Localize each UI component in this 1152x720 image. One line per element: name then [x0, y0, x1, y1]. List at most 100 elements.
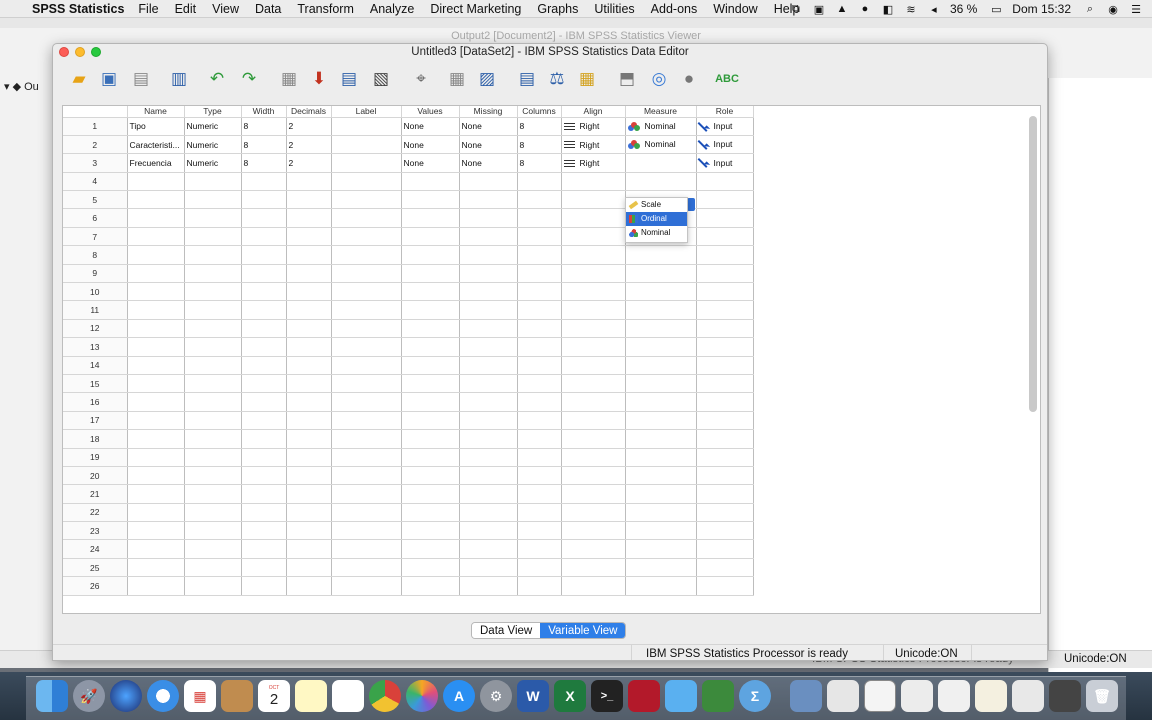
empty-cell[interactable] [241, 558, 287, 578]
empty-cell[interactable] [331, 521, 402, 541]
row-number[interactable]: 21 [63, 484, 128, 504]
empty-cell[interactable] [459, 172, 518, 192]
empty-cell[interactable] [517, 190, 562, 210]
find-icon[interactable]: ⌖ [409, 67, 433, 91]
empty-cell[interactable] [286, 264, 332, 284]
empty-cell[interactable] [561, 190, 626, 210]
tab-data-view[interactable]: Data View [472, 623, 541, 638]
empty-cell[interactable] [331, 337, 402, 357]
empty-cell[interactable] [401, 264, 460, 284]
spotlight-search-icon[interactable]: ⌕ [1083, 3, 1097, 15]
empty-cell[interactable] [286, 227, 332, 247]
empty-cell[interactable] [184, 227, 242, 247]
empty-cell[interactable] [127, 484, 185, 504]
empty-cell[interactable] [625, 374, 697, 394]
finder-icon[interactable] [36, 680, 68, 712]
empty-cell[interactable] [561, 319, 626, 339]
empty-cell[interactable] [286, 190, 332, 210]
empty-cell[interactable] [286, 539, 332, 559]
empty-cell[interactable] [459, 337, 518, 357]
empty-cell[interactable] [127, 539, 185, 559]
menu-file[interactable]: File [138, 2, 158, 16]
empty-cell[interactable] [459, 448, 518, 467]
empty-cell[interactable] [241, 576, 287, 596]
column-header-columns[interactable]: Columns [517, 106, 562, 118]
empty-cell[interactable] [241, 282, 287, 302]
finder-window-icon[interactable] [790, 680, 822, 712]
cell-columns[interactable]: 8 [517, 117, 562, 136]
empty-cell[interactable] [331, 356, 402, 375]
empty-cell[interactable] [696, 245, 754, 265]
empty-cell[interactable] [241, 227, 287, 247]
empty-cell[interactable] [127, 466, 185, 486]
empty-cell[interactable] [286, 429, 332, 449]
empty-cell[interactable] [459, 227, 518, 247]
empty-cell[interactable] [331, 558, 402, 578]
cell-name[interactable]: Tipo [127, 117, 185, 136]
run-descriptives-icon[interactable]: ▧ [369, 67, 393, 91]
calendar-status-icon[interactable]: ▣ [812, 3, 826, 16]
empty-cell[interactable] [696, 227, 754, 247]
cell-type[interactable]: Numeric [184, 117, 242, 136]
empty-cell[interactable] [625, 411, 697, 431]
empty-cell[interactable] [184, 245, 242, 265]
empty-cell[interactable] [401, 521, 460, 541]
empty-cell[interactable] [286, 374, 332, 394]
column-header-values[interactable]: Values [401, 106, 460, 118]
empty-cell[interactable] [127, 264, 185, 284]
empty-cell[interactable] [127, 429, 185, 449]
empty-cell[interactable] [625, 466, 697, 486]
calendar-icon[interactable]: OCT 2 [258, 680, 290, 712]
word-icon[interactable]: W [517, 680, 549, 712]
empty-cell[interactable] [696, 172, 754, 192]
cell-name[interactable]: Caracteristi... [127, 135, 185, 155]
empty-cell[interactable] [625, 539, 697, 559]
empty-cell[interactable] [625, 521, 697, 541]
cell-type[interactable]: Numeric [184, 135, 242, 155]
empty-cell[interactable] [286, 558, 332, 578]
cell-missing[interactable]: None [459, 153, 518, 173]
empty-cell[interactable] [517, 227, 562, 247]
empty-cell[interactable] [696, 411, 754, 431]
keynote-icon[interactable] [665, 680, 697, 712]
empty-cell[interactable] [331, 227, 402, 247]
mendeley-status-icon[interactable]: ● [858, 3, 872, 15]
empty-cell[interactable] [517, 411, 562, 431]
window-tool-icon[interactable]: ⧉ [789, 3, 803, 15]
empty-cell[interactable] [625, 429, 697, 449]
show-all-variables-icon[interactable]: ● [677, 67, 701, 91]
empty-cell[interactable] [561, 300, 626, 320]
empty-cell[interactable] [459, 245, 518, 265]
empty-cell[interactable] [331, 392, 402, 412]
empty-cell[interactable] [286, 484, 332, 504]
recall-dialog-icon[interactable]: ▥ [167, 67, 191, 91]
cell-measure-editing[interactable] [625, 153, 697, 173]
cell-role[interactable]: Input [696, 153, 754, 173]
empty-cell[interactable] [241, 503, 287, 523]
measure-dropdown-list[interactable]: Scale Ordinal Nominal [625, 197, 688, 243]
empty-cell[interactable] [401, 300, 460, 320]
empty-cell[interactable] [331, 245, 402, 265]
empty-cell[interactable] [517, 539, 562, 559]
empty-cell[interactable] [241, 448, 287, 467]
empty-cell[interactable] [127, 282, 185, 302]
empty-cell[interactable] [696, 576, 754, 596]
empty-cell[interactable] [561, 374, 626, 394]
empty-cell[interactable] [401, 208, 460, 228]
empty-cell[interactable] [517, 558, 562, 578]
menu-direct-marketing[interactable]: Direct Marketing [430, 2, 521, 16]
empty-cell[interactable] [517, 356, 562, 375]
tab-variable-view[interactable]: Variable View [540, 623, 626, 638]
cell-label[interactable] [331, 117, 402, 136]
empty-cell[interactable] [401, 245, 460, 265]
cell-measure[interactable]: Nominal [625, 135, 697, 155]
value-labels-icon[interactable]: ⬒ [615, 67, 639, 91]
empty-cell[interactable] [241, 411, 287, 431]
row-number[interactable]: 1 [63, 117, 128, 136]
empty-cell[interactable] [127, 337, 185, 357]
empty-cell[interactable] [561, 448, 626, 467]
empty-cell[interactable] [241, 319, 287, 339]
empty-cell[interactable] [459, 521, 518, 541]
empty-cell[interactable] [459, 392, 518, 412]
empty-cell[interactable] [401, 576, 460, 596]
